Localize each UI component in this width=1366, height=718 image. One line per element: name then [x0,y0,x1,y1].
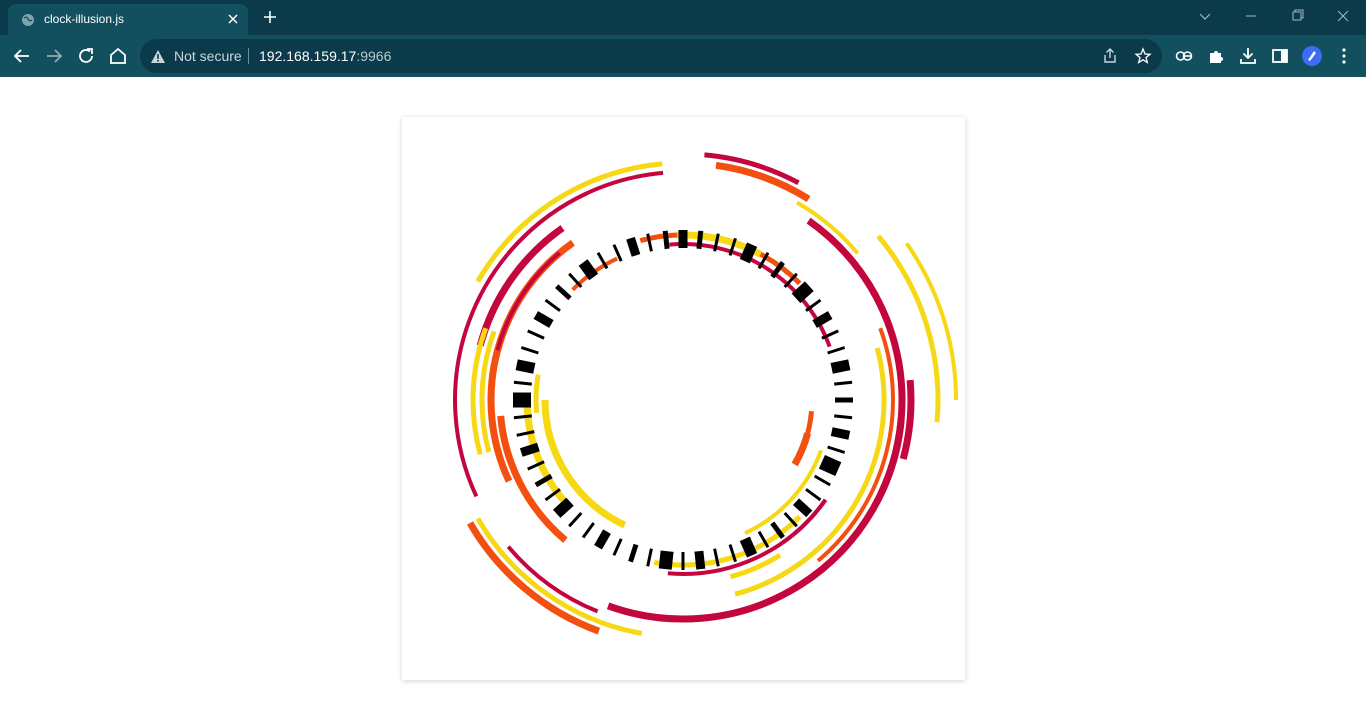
clock-tick [626,236,641,257]
home-icon[interactable] [107,45,129,67]
clock-tick [694,550,706,570]
illusion-arc-orange [791,432,811,467]
clock-tick [581,522,595,539]
clock-tick [513,414,532,420]
clock-tick [792,498,813,518]
forward-icon[interactable] [43,45,65,67]
clock-tick [696,230,704,250]
new-tab-icon[interactable] [259,6,281,28]
clock-tick [662,230,670,250]
clock-tick [578,259,599,281]
clock-tick [791,281,814,304]
clock-tick [555,284,572,301]
reload-icon[interactable] [75,45,97,67]
clock-tick [520,346,539,355]
illusion-arc-yellow [475,161,663,283]
clock-tick [739,536,758,558]
illusion-arc-crimson [506,545,599,614]
clock-tick [519,442,540,457]
illusion-arc-crimson [476,225,565,347]
url-host: 192.168.159.17 [259,48,357,64]
tab-title: clock-illusion.js [44,12,125,26]
clock-tick [818,454,842,476]
omnibox-separator [248,48,249,64]
tab-active[interactable]: clock-illusion.js [8,4,248,35]
star-icon[interactable] [1134,47,1152,65]
puzzle-icon[interactable] [1205,45,1227,67]
clock-tick [552,497,574,518]
illusion-arc-crimson [495,251,561,351]
tab-strip: clock-illusion.js [0,0,1366,35]
clock-tick [834,414,853,420]
download-icon[interactable] [1237,45,1259,67]
page-content [0,77,1366,718]
restore-icon[interactable] [1286,6,1308,26]
clock-tick [515,359,536,374]
security-label[interactable]: Not secure [174,48,242,64]
url-text[interactable]: 192.168.159.17:9966 [259,48,391,64]
clock-tick [612,538,623,556]
extension-ae-icon[interactable] [1173,45,1195,67]
browser-toolbar: Not secure 192.168.159.17:9966 [0,35,1366,77]
clock-tick [834,380,853,386]
tab-search-chevron-icon[interactable] [1194,6,1216,26]
clock-tick [827,445,846,454]
profile-avatar-icon[interactable] [1301,45,1323,67]
illusion-arc-yellow [904,242,958,401]
clock-tick [805,488,822,502]
clock-tick [739,242,758,264]
illusion-arc-yellow [533,374,541,414]
address-bar[interactable]: Not secure 192.168.159.17:9966 [140,39,1162,73]
close-icon[interactable] [224,10,242,28]
minimize-icon[interactable] [1240,6,1262,26]
clock-tick [830,359,851,374]
sidebar-icon[interactable] [1269,45,1291,67]
clock-tick [658,550,674,570]
clock-tick [513,380,532,386]
clock-tick [813,474,831,487]
clock-tick [628,543,639,563]
clock-tick [594,529,611,550]
clock-tick [544,298,561,312]
clock-tick [527,329,545,340]
close-window-icon[interactable] [1332,6,1354,26]
clock-tick [830,427,851,440]
clock-tick [568,511,583,528]
more-icon[interactable] [1333,45,1355,67]
illusion-canvas[interactable] [402,117,965,680]
warning-icon[interactable] [150,49,166,65]
clock-tick [827,346,846,355]
back-icon[interactable] [11,45,33,67]
clock-tick [533,311,554,328]
url-port: :9966 [356,48,392,64]
illusion-arc-yellow [796,200,860,255]
clock-tick [646,548,653,567]
clock-illusion-graphic [453,152,958,636]
globe-icon [22,14,34,26]
share-icon[interactable] [1101,47,1119,65]
